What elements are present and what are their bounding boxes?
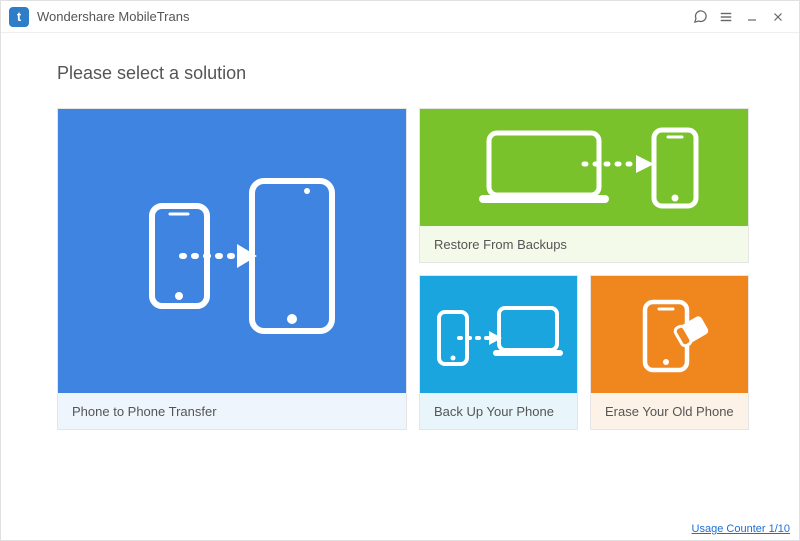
menu-icon[interactable]: [713, 4, 739, 30]
erase-phone-icon: [591, 276, 748, 393]
tile-label: Restore From Backups: [420, 226, 748, 262]
tile-label: Erase Your Old Phone: [591, 393, 748, 429]
tile-back-up-your-phone[interactable]: Back Up Your Phone: [419, 275, 578, 430]
tile-label: Phone to Phone Transfer: [58, 393, 406, 429]
tile-label: Back Up Your Phone: [420, 393, 577, 429]
close-button[interactable]: [765, 4, 791, 30]
feedback-icon[interactable]: [687, 4, 713, 30]
tile-erase-your-old-phone[interactable]: Erase Your Old Phone: [590, 275, 749, 430]
app-title: Wondershare MobileTrans: [37, 9, 189, 24]
page-heading: Please select a solution: [57, 63, 743, 84]
tile-phone-to-phone-transfer[interactable]: Phone to Phone Transfer: [57, 108, 407, 430]
footer: Usage Counter 1/10: [692, 523, 790, 535]
phone-to-laptop-icon: [420, 276, 577, 393]
titlebar: t Wondershare MobileTrans: [1, 1, 799, 33]
main-content: Please select a solution P: [1, 33, 799, 430]
phone-to-phone-icon: [58, 109, 406, 393]
tile-grid: Phone to Phone Transfer Restore From: [57, 108, 743, 430]
minimize-button[interactable]: [739, 4, 765, 30]
usage-counter-link[interactable]: Usage Counter 1/10: [692, 523, 790, 535]
app-logo-icon: t: [9, 7, 29, 27]
laptop-to-phone-icon: [420, 109, 748, 226]
tile-restore-from-backups[interactable]: Restore From Backups: [419, 108, 749, 263]
